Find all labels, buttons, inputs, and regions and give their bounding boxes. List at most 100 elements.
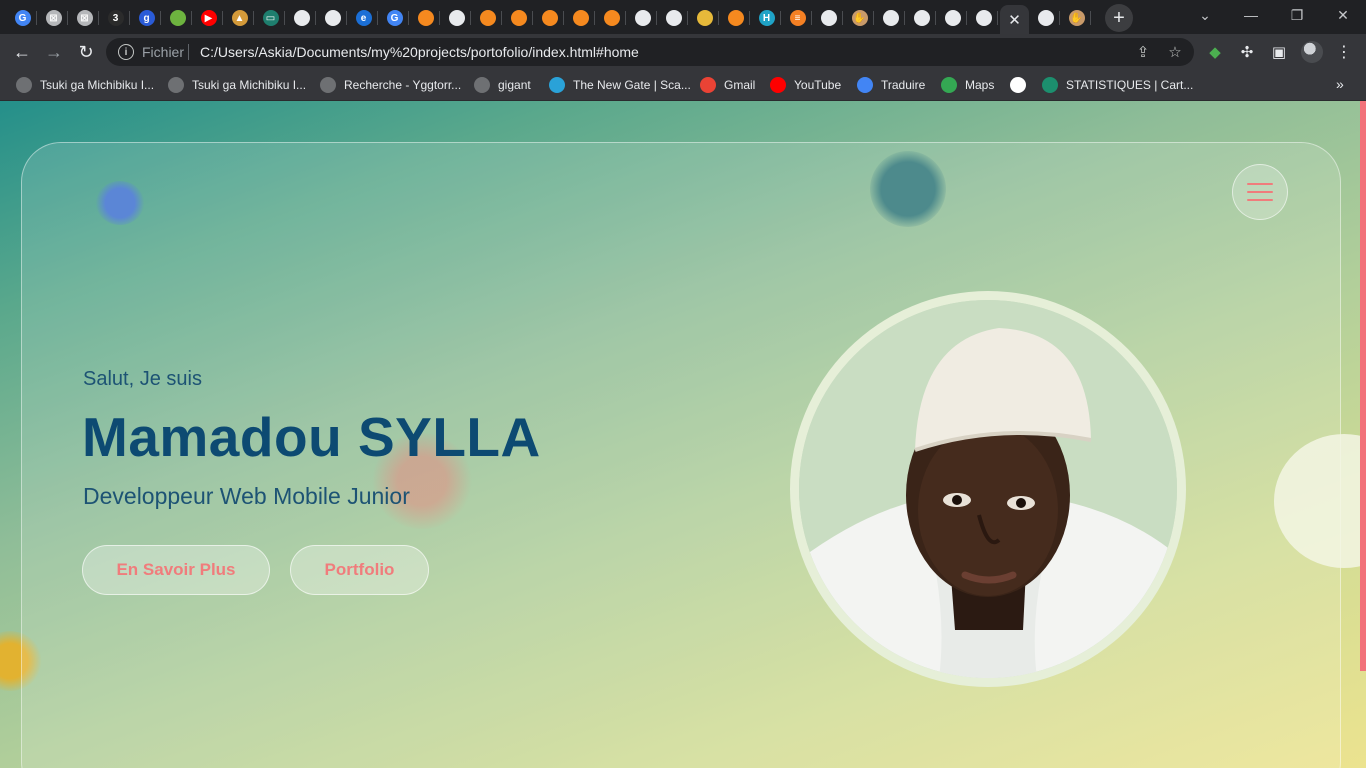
share-icon[interactable]: ⇪ bbox=[1134, 43, 1152, 61]
hero-role: Developpeur Web Mobile Junior bbox=[83, 483, 410, 509]
close-icon[interactable]: ✕ bbox=[1007, 12, 1023, 29]
box-icon bbox=[510, 10, 527, 26]
tab-separator bbox=[935, 11, 936, 25]
bookmarks-overflow-button[interactable]: » bbox=[1336, 76, 1344, 92]
browser-tab[interactable]: ✕ bbox=[1000, 5, 1029, 34]
globe-icon bbox=[1037, 10, 1054, 26]
google-icon: G bbox=[14, 10, 31, 26]
browser-tab[interactable]: ⊠ bbox=[39, 5, 68, 31]
address-divider bbox=[188, 44, 189, 60]
extensions-puzzle-icon[interactable]: ✣ bbox=[1237, 42, 1257, 62]
side-panel-icon[interactable]: ▣ bbox=[1269, 42, 1289, 62]
browser-tab[interactable]: 3 bbox=[101, 5, 130, 31]
browser-menu-icon[interactable]: ⋮ bbox=[1336, 42, 1352, 62]
extension-icon[interactable]: ◆ bbox=[1205, 42, 1225, 62]
address-url[interactable]: C:/Users/Askia/Documents/my%20projects/p… bbox=[200, 44, 639, 60]
browser-tab[interactable]: G bbox=[8, 5, 37, 31]
browser-tab[interactable] bbox=[504, 5, 533, 31]
browser-tab[interactable]: ▲ bbox=[225, 5, 254, 31]
browser-tab[interactable] bbox=[287, 5, 316, 31]
google-icon bbox=[1010, 77, 1026, 93]
bookmark-item[interactable]: Recherche - Yggtorr... bbox=[320, 76, 461, 94]
globe-icon bbox=[665, 10, 682, 26]
new-tab-button[interactable]: + bbox=[1105, 4, 1133, 32]
three-icon: 3 bbox=[107, 10, 124, 26]
bookmark-label: Tsuki ga Michibiku I... bbox=[40, 78, 155, 92]
bookmark-item[interactable]: Gmail bbox=[700, 76, 755, 94]
browser-tab[interactable] bbox=[535, 5, 564, 31]
browser-tab[interactable]: G bbox=[380, 5, 409, 31]
package-icon bbox=[696, 10, 713, 26]
browser-tab[interactable] bbox=[442, 5, 471, 31]
bookmark-item[interactable]: The New Gate | Sca... bbox=[549, 76, 691, 94]
browser-tab[interactable] bbox=[163, 5, 192, 31]
browser-tab[interactable] bbox=[659, 5, 688, 31]
tab-separator bbox=[67, 11, 68, 25]
browser-tab[interactable]: e bbox=[349, 5, 378, 31]
close-window-button[interactable]: ✕ bbox=[1320, 0, 1366, 30]
browser-tab[interactable] bbox=[1031, 5, 1060, 31]
bookmark-item[interactable]: Maps bbox=[941, 76, 994, 94]
browser-tab[interactable]: ✋ bbox=[1062, 5, 1091, 31]
browser-tab[interactable]: ▭ bbox=[256, 5, 285, 31]
bookmark-item[interactable]: Tsuki ga Michibiku I... bbox=[16, 76, 154, 94]
reload-button[interactable]: ↻ bbox=[72, 38, 100, 66]
tab-search-button[interactable]: ⌄ bbox=[1182, 0, 1228, 30]
tab-separator bbox=[625, 11, 626, 25]
tab-separator bbox=[470, 11, 471, 25]
bookmark-item[interactable]: YouTube bbox=[770, 76, 841, 94]
browser-tab[interactable] bbox=[876, 5, 905, 31]
page-scrollbar[interactable] bbox=[1360, 101, 1366, 671]
tab-separator bbox=[284, 11, 285, 25]
address-bar[interactable]: i Fichier C:/Users/Askia/Documents/my%20… bbox=[106, 38, 1194, 66]
bookmark-item[interactable]: STATISTIQUES | Cart... bbox=[1042, 76, 1193, 94]
hero-card: Salut, Je suis Mamadou SYLLA Developpeur… bbox=[21, 142, 1341, 768]
browser-tab[interactable] bbox=[411, 5, 440, 31]
tab-separator bbox=[966, 11, 967, 25]
browser-tab[interactable] bbox=[597, 5, 626, 31]
bookmark-item[interactable] bbox=[1010, 76, 1034, 94]
bookmark-item[interactable]: Tsuki ga Michibiku I... bbox=[168, 76, 306, 94]
bookmark-item[interactable]: gigant bbox=[474, 76, 531, 94]
profile-photo bbox=[790, 291, 1186, 687]
globe-icon bbox=[975, 10, 992, 26]
browser-tab[interactable]: ▶ bbox=[194, 5, 223, 31]
browser-tab[interactable]: ≡ bbox=[783, 5, 812, 31]
browser-tab[interactable]: H bbox=[752, 5, 781, 31]
bookmark-label: YouTube bbox=[794, 78, 842, 92]
portfolio-button[interactable]: Portfolio bbox=[290, 545, 429, 595]
address-scheme: Fichier bbox=[142, 44, 185, 60]
browser-tab[interactable]: ⊠ bbox=[70, 5, 99, 31]
browser-tab[interactable] bbox=[690, 5, 719, 31]
xampp-icon: ⊠ bbox=[45, 10, 62, 26]
back-button[interactable]: ← bbox=[8, 38, 36, 66]
bookmark-star-icon[interactable]: ☆ bbox=[1166, 43, 1184, 61]
site-info-icon[interactable]: i bbox=[118, 44, 134, 60]
restore-button[interactable]: ❐ bbox=[1274, 0, 1320, 30]
browser-tab[interactable] bbox=[318, 5, 347, 31]
browser-tab[interactable] bbox=[969, 5, 998, 31]
tab-separator bbox=[501, 11, 502, 25]
browser-tab[interactable] bbox=[628, 5, 657, 31]
bookmarks-bar: » Tsuki ga Michibiku I... Tsuki ga Michib… bbox=[0, 70, 1366, 101]
tab-separator bbox=[98, 11, 99, 25]
browser-tab[interactable] bbox=[814, 5, 843, 31]
k-icon bbox=[1042, 77, 1058, 93]
battery-icon: ▭ bbox=[262, 10, 279, 26]
globe-icon bbox=[913, 10, 930, 26]
profile-avatar[interactable] bbox=[1301, 41, 1323, 63]
browser-tab[interactable] bbox=[907, 5, 936, 31]
browser-tab[interactable] bbox=[938, 5, 967, 31]
box-icon bbox=[572, 10, 589, 26]
browser-tab[interactable]: g bbox=[132, 5, 161, 31]
tab-separator bbox=[129, 11, 130, 25]
browser-tab[interactable] bbox=[473, 5, 502, 31]
browser-tab[interactable] bbox=[566, 5, 595, 31]
minimize-button[interactable]: — bbox=[1228, 0, 1274, 30]
hamburger-menu-button[interactable] bbox=[1232, 164, 1288, 220]
browser-tab[interactable] bbox=[721, 5, 750, 31]
browser-tab[interactable]: ✋ bbox=[845, 5, 874, 31]
forward-button[interactable]: → bbox=[40, 38, 68, 66]
bookmark-item[interactable]: Traduire bbox=[857, 76, 925, 94]
learn-more-button[interactable]: En Savoir Plus bbox=[82, 545, 270, 595]
